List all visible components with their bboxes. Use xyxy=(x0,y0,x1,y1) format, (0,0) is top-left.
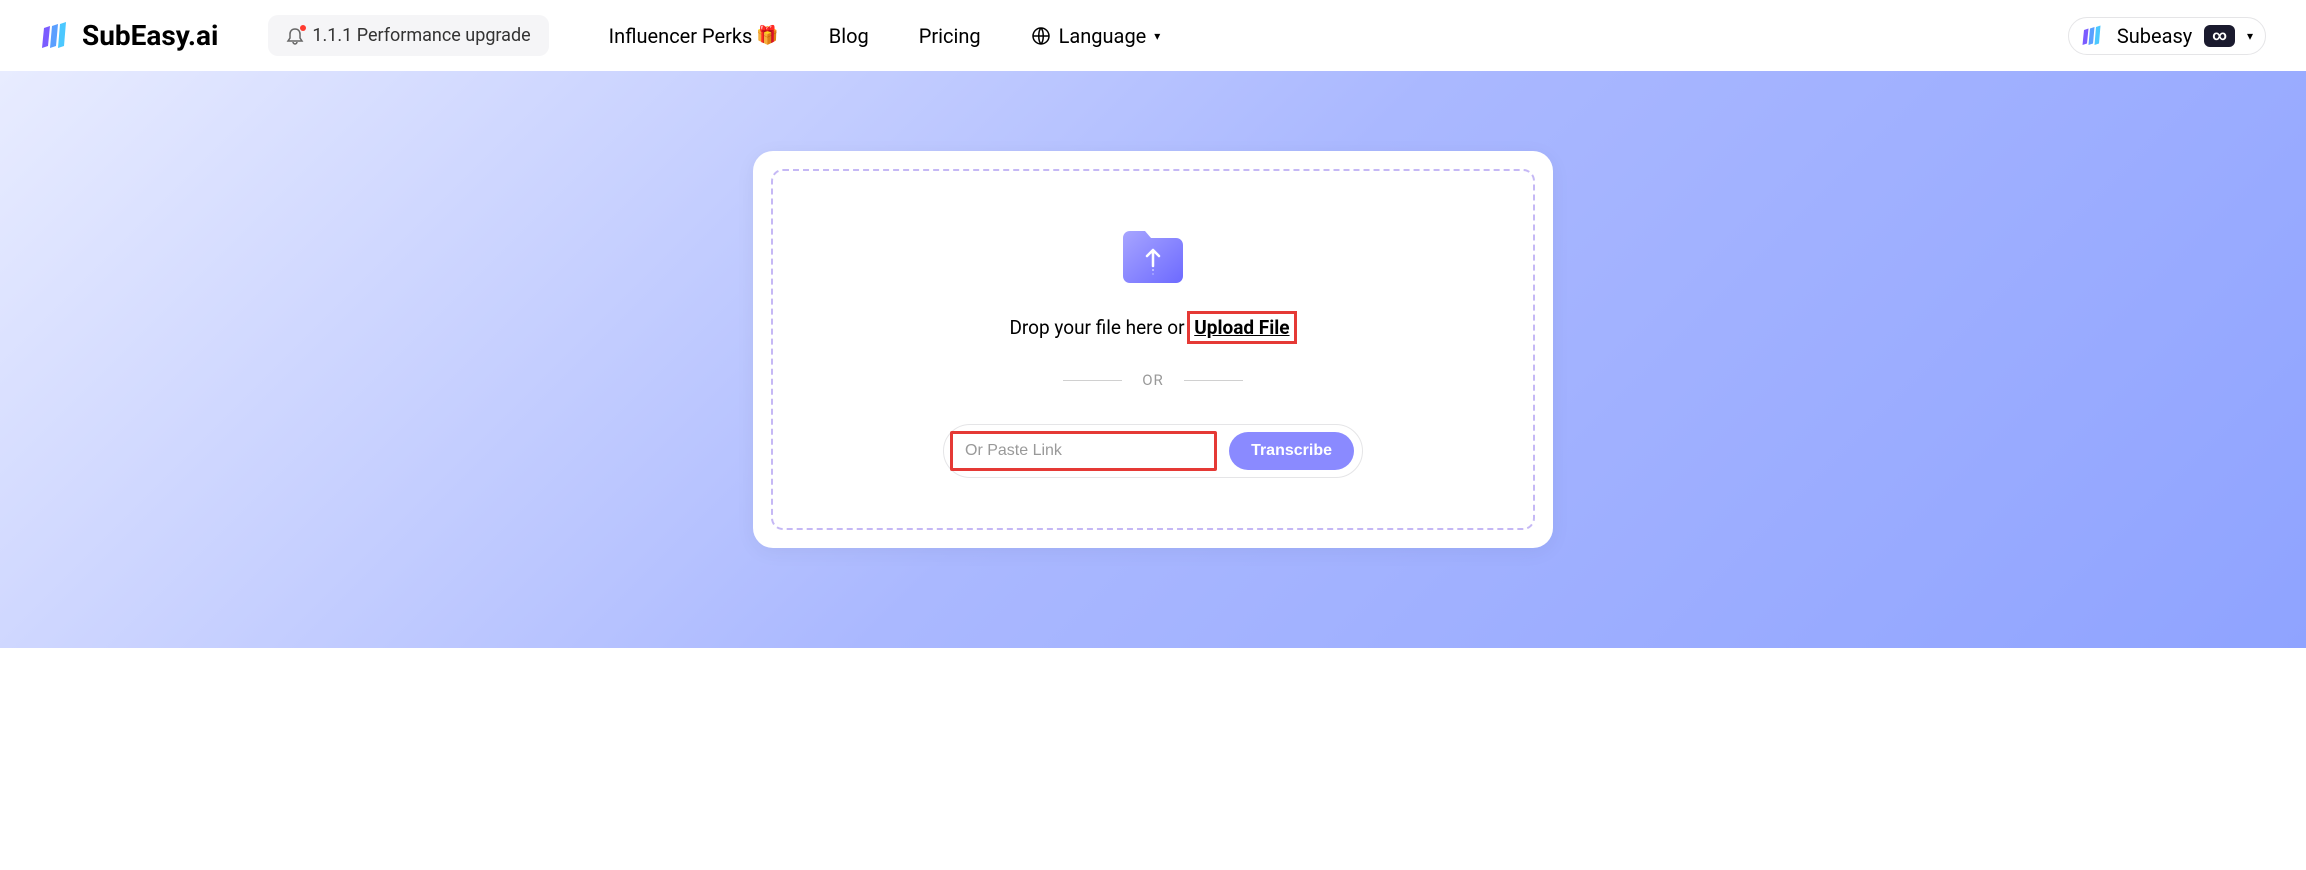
gift-icon: 🎁 xyxy=(756,25,778,46)
link-input-highlight xyxy=(950,431,1217,471)
nav-blog[interactable]: Blog xyxy=(829,24,869,48)
upload-folder-icon xyxy=(1119,226,1187,288)
user-logo-icon xyxy=(2081,24,2105,48)
divider: OR xyxy=(1063,371,1243,389)
globe-icon xyxy=(1031,26,1051,46)
brand-name: SubEasy.ai xyxy=(82,19,218,52)
chevron-down-icon: ▾ xyxy=(1154,29,1160,43)
upgrade-text: 1.1.1 Performance upgrade xyxy=(312,25,530,46)
bell-icon xyxy=(286,27,304,45)
paste-link-input[interactable] xyxy=(953,434,1214,468)
brand-logo[interactable]: SubEasy.ai xyxy=(40,19,218,52)
nav-influencer[interactable]: Influencer Perks🎁 xyxy=(609,24,779,48)
upload-file-link[interactable]: Upload File xyxy=(1187,311,1296,344)
divider-text: OR xyxy=(1142,371,1164,389)
drop-instructions: Drop your file here or Upload File xyxy=(1009,316,1296,339)
logo-icon xyxy=(40,20,72,52)
user-name: Subeasy xyxy=(2117,24,2192,48)
nav-pricing[interactable]: Pricing xyxy=(919,24,981,48)
upload-card: Drop your file here or Upload File OR Tr… xyxy=(753,151,1553,548)
upgrade-badge[interactable]: 1.1.1 Performance upgrade xyxy=(268,15,548,56)
transcribe-button[interactable]: Transcribe xyxy=(1229,432,1354,470)
nav-links: Influencer Perks🎁 Blog Pricing Language … xyxy=(609,24,1161,48)
language-picker[interactable]: Language ▾ xyxy=(1031,24,1161,48)
link-input-row: Transcribe xyxy=(943,424,1363,478)
hero-section: Drop your file here or Upload File OR Tr… xyxy=(0,71,2306,648)
user-menu[interactable]: Subeasy ∞ ▾ xyxy=(2068,17,2266,55)
infinity-badge: ∞ xyxy=(2204,25,2235,47)
header: SubEasy.ai 1.1.1 Performance upgrade Inf… xyxy=(0,0,2306,71)
upload-dropzone[interactable]: Drop your file here or Upload File OR Tr… xyxy=(771,169,1535,530)
chevron-down-icon: ▾ xyxy=(2247,29,2253,43)
